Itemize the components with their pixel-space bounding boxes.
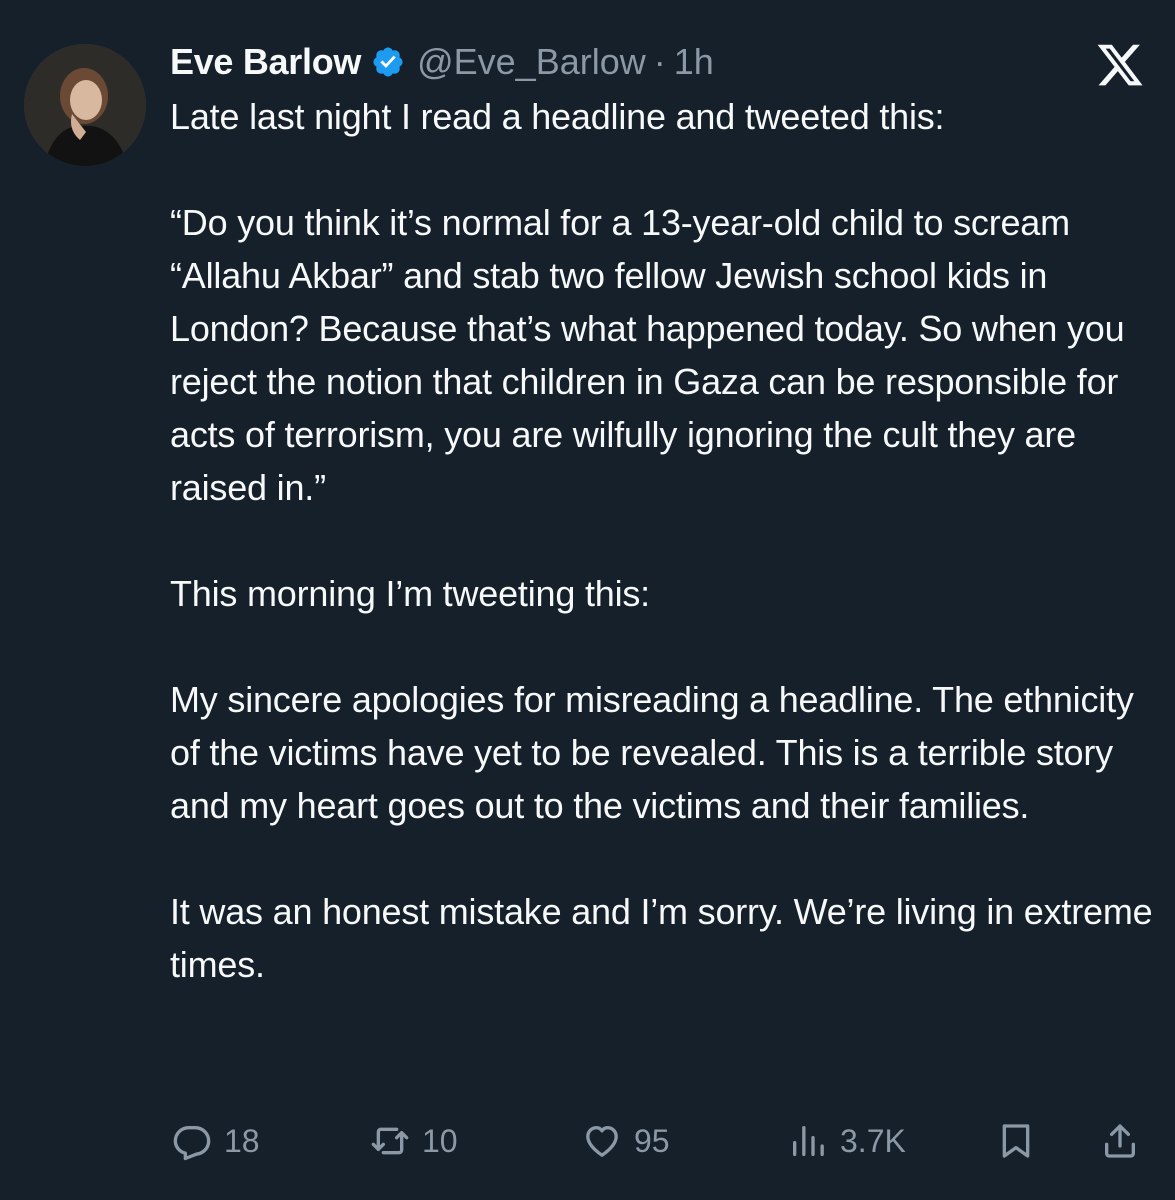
heart-icon (586, 1126, 618, 1157)
views-button[interactable]: 3.7K (788, 1115, 906, 1167)
reply-icon (173, 1126, 211, 1161)
share-icon (1105, 1124, 1135, 1158)
retweet-count: 10 (422, 1122, 458, 1159)
bookmark-button[interactable] (996, 1115, 1036, 1167)
tweet-header: Eve Barlow @Eve_Barlow · 1h (170, 38, 714, 86)
action-bar: 18 10 95 3.7K (170, 1115, 1150, 1167)
retweet-button[interactable]: 10 (370, 1115, 458, 1167)
user-handle[interactable]: @Eve_Barlow (417, 41, 646, 83)
views-chart-icon (793, 1126, 824, 1156)
timestamp[interactable]: 1h (674, 41, 714, 83)
x-logo-icon (1095, 40, 1145, 90)
tweet-text: Late last night I read a headline and tw… (170, 96, 1153, 985)
verified-badge-icon (371, 45, 405, 79)
views-count: 3.7K (840, 1122, 906, 1159)
display-name[interactable]: Eve Barlow (170, 41, 361, 83)
reply-count: 18 (224, 1122, 260, 1159)
retweet-icon (371, 1127, 409, 1155)
separator: · (653, 41, 666, 82)
bookmark-icon (1002, 1124, 1030, 1158)
share-button[interactable] (1100, 1115, 1140, 1167)
like-button[interactable]: 95 (582, 1115, 670, 1167)
avatar[interactable] (24, 44, 146, 166)
reply-button[interactable]: 18 (172, 1115, 260, 1167)
tweet: Eve Barlow @Eve_Barlow · 1h Late last ni… (0, 0, 1175, 1200)
like-count: 95 (634, 1122, 670, 1159)
